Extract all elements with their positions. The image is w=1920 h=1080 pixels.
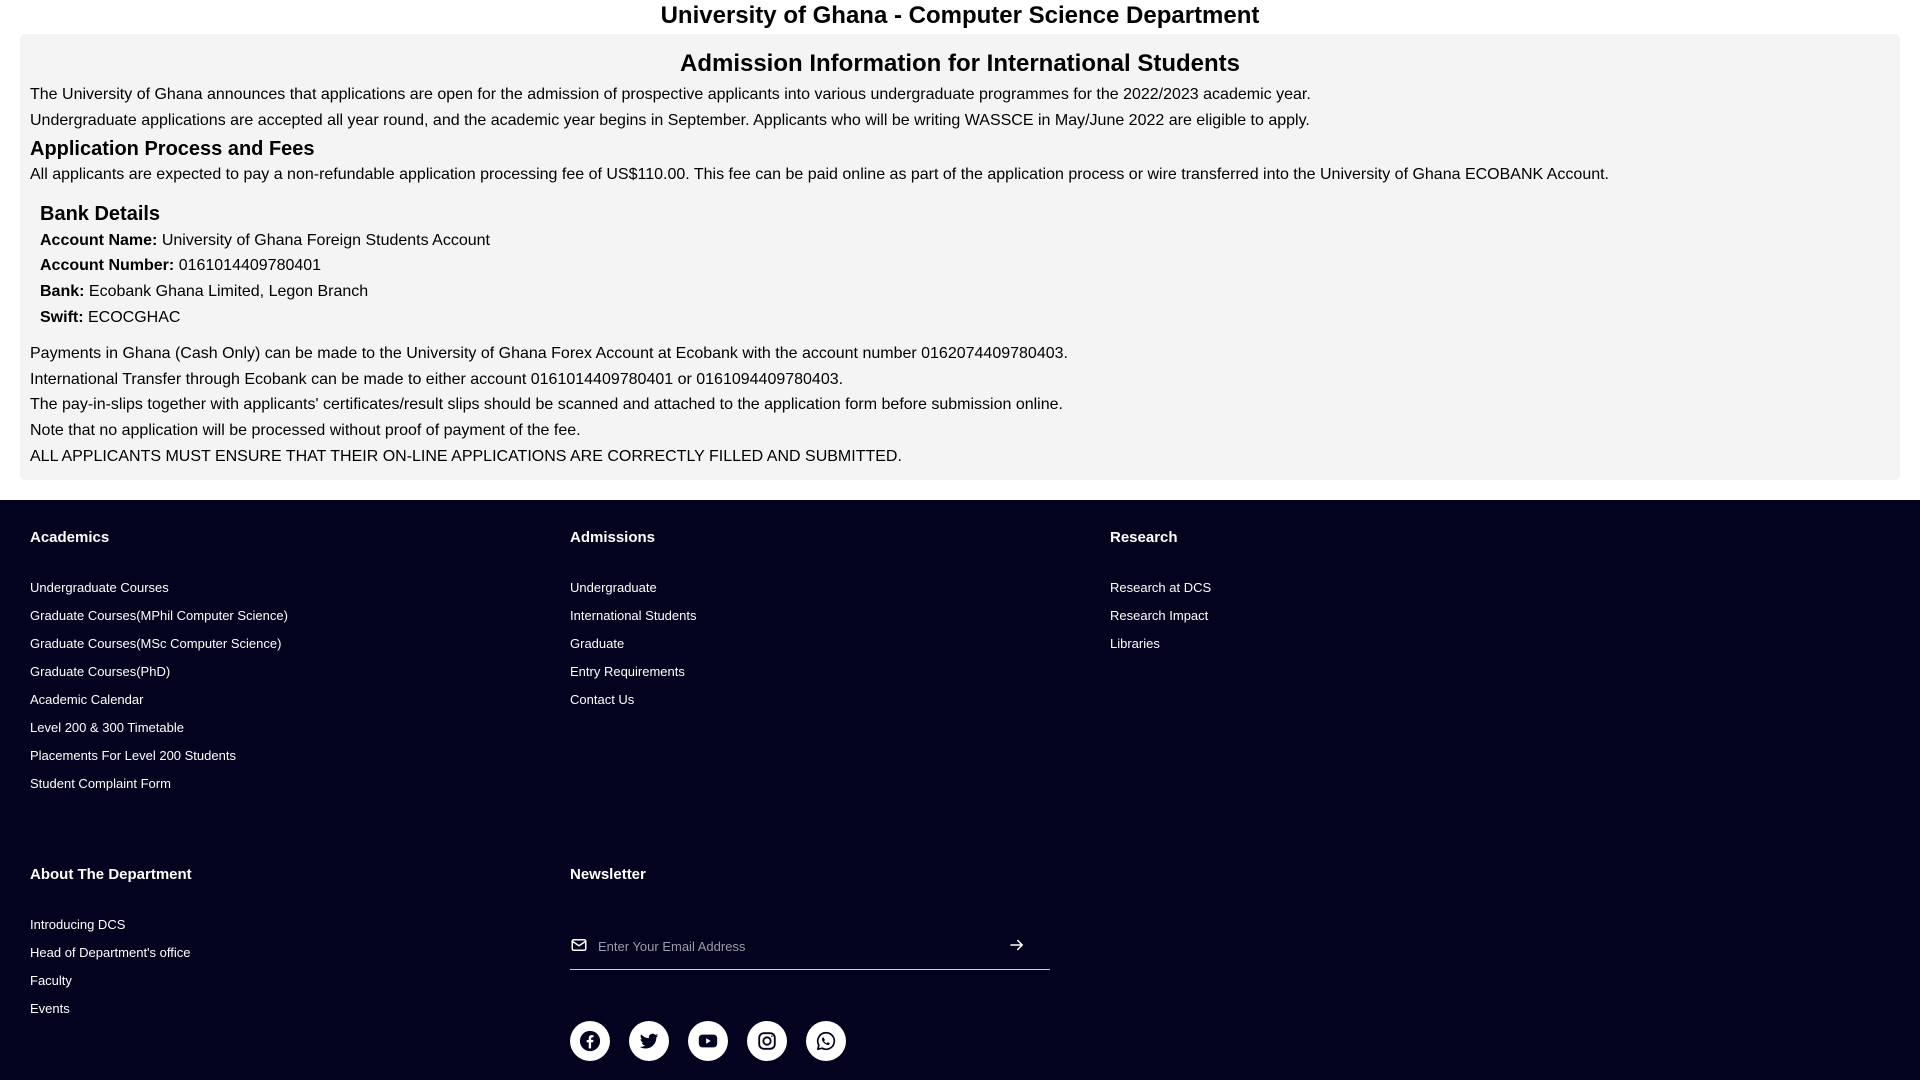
newsletter-email-input[interactable] — [598, 936, 998, 956]
footer-link[interactable]: Student Complaint Form — [30, 776, 288, 804]
bank-value: Ecobank Ghana Limited, Legon Branch — [88, 283, 369, 300]
youtube-icon[interactable] — [688, 1021, 728, 1061]
envelope-icon — [570, 936, 588, 954]
footer-column-title: Academics — [30, 529, 110, 546]
process-heading: Application Process and Fees — [30, 138, 315, 160]
payment-note: Payments in Ghana (Cash Only) can be mad… — [30, 345, 1068, 362]
footer-link[interactable]: Placements For Level 200 Students — [30, 748, 288, 776]
footer-link[interactable]: Faculty — [30, 973, 192, 1001]
payment-note: ALL APPLICANTS MUST ENSURE THAT THEIR ON… — [30, 448, 902, 465]
footer-column-about: About The Department Introducing DCS Hea… — [30, 865, 192, 1029]
admission-info-panel: Admission Information for International … — [20, 34, 1900, 480]
newsletter-form — [570, 936, 1050, 970]
newsletter-title: Newsletter — [570, 866, 646, 883]
footer-link[interactable]: Graduate — [570, 636, 696, 664]
bank-label: Swift: — [40, 309, 84, 326]
footer-link[interactable]: Libraries — [1110, 636, 1211, 664]
footer-link-list: Introducing DCS Head of Department's off… — [30, 917, 192, 1029]
footer-column-title: Admissions — [570, 529, 656, 546]
footer-link[interactable]: Graduate Courses(MSc Computer Science) — [30, 636, 288, 664]
footer-link[interactable]: Research Impact — [1110, 608, 1211, 636]
bank-value: 0161014409780401 — [178, 257, 322, 274]
bank-label: Bank: — [40, 283, 85, 300]
whatsapp-icon[interactable] — [806, 1021, 846, 1061]
payment-note: International Transfer through Ecobank c… — [30, 371, 844, 388]
footer-link[interactable]: Level 200 & 300 Timetable — [30, 720, 288, 748]
arrow-right-icon[interactable] — [1008, 936, 1026, 954]
footer-link[interactable]: Undergraduate Courses — [30, 580, 288, 608]
bank-row-bank: Bank: Ecobank Ghana Limited, Legon Branc… — [40, 282, 368, 302]
bank-label: Account Name: — [40, 232, 158, 249]
footer-link[interactable]: Academic Calendar — [30, 692, 288, 720]
bank-label: Account Number: — [40, 257, 175, 274]
footer-link[interactable]: Head of Department's office — [30, 945, 192, 973]
footer-link[interactable]: Graduate Courses(PhD) — [30, 664, 288, 692]
twitter-icon[interactable] — [629, 1021, 669, 1061]
intro-paragraph: The University of Ghana announces that a… — [30, 86, 1311, 103]
footer-link-list: Undergraduate International Students Gra… — [570, 580, 696, 720]
payment-note: The pay-in-slips together with applicant… — [30, 396, 1063, 413]
footer-link[interactable]: Events — [30, 1001, 192, 1029]
footer-column-title: Research — [1110, 529, 1178, 546]
footer-link[interactable]: Entry Requirements — [570, 664, 696, 692]
footer-link[interactable]: Undergraduate — [570, 580, 696, 608]
bank-value: University of Ghana Foreign Students Acc… — [161, 232, 490, 249]
bank-row-account-number: Account Number: 0161014409780401 — [40, 256, 321, 276]
footer-link[interactable]: Introducing DCS — [30, 917, 192, 945]
facebook-icon[interactable] — [570, 1021, 610, 1061]
bank-row-account-name: Account Name: University of Ghana Foreig… — [40, 231, 490, 251]
intro-paragraph: Undergraduate applications are accepted … — [30, 112, 1310, 129]
payment-note: Note that no application will be process… — [30, 422, 581, 439]
page-title: University of Ghana - Computer Science D… — [660, 2, 1260, 29]
bank-row-swift: Swift: ECOCGHAC — [40, 308, 180, 328]
instagram-icon[interactable] — [747, 1021, 787, 1061]
footer-link[interactable]: Contact Us — [570, 692, 696, 720]
footer-link-list: Undergraduate Courses Graduate Courses(M… — [30, 580, 288, 804]
site-footer: Academics Undergraduate Courses Graduate… — [0, 500, 1920, 1080]
footer-link[interactable]: Graduate Courses(MPhil Computer Science) — [30, 608, 288, 636]
bank-value: ECOCGHAC — [88, 309, 181, 326]
bank-details-heading: Bank Details — [40, 203, 161, 225]
footer-column-newsletter: Newsletter — [570, 865, 646, 885]
footer-link[interactable]: Research at DCS — [1110, 580, 1211, 608]
footer-column-academics: Academics Undergraduate Courses Graduate… — [30, 528, 288, 804]
footer-link-list: Research at DCS Research Impact Librarie… — [1110, 580, 1211, 664]
footer-link[interactable]: International Students — [570, 608, 696, 636]
footer-column-title: About The Department — [30, 866, 192, 883]
info-heading: Admission Information for International … — [679, 50, 1240, 77]
footer-column-research: Research Research at DCS Research Impact… — [1110, 528, 1211, 664]
process-paragraph: All applicants are expected to pay a non… — [30, 166, 1609, 183]
footer-column-admissions: Admissions Undergraduate International S… — [570, 528, 696, 720]
